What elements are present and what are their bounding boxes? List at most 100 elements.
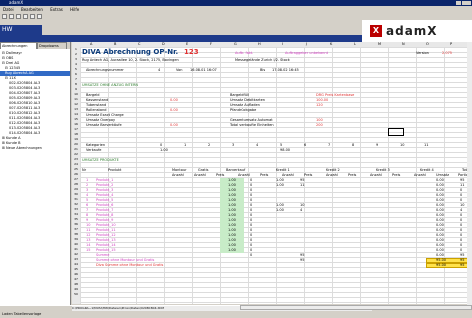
kategorie-value[interactable]: 4 bbox=[256, 143, 258, 147]
bar-count[interactable]: 0 bbox=[250, 183, 252, 187]
kredit1-value[interactable]: 1.00 bbox=[276, 203, 284, 207]
total-portionen[interactable]: 10 bbox=[460, 203, 464, 207]
product-name[interactable]: Produkt_9 bbox=[96, 218, 113, 222]
verkaeufe-value[interactable]: 1.00 bbox=[160, 148, 168, 152]
order-number[interactable]: 123 bbox=[184, 48, 199, 56]
kredit1-count[interactable]: 4 bbox=[300, 208, 302, 212]
bar-count[interactable]: 0 bbox=[250, 178, 252, 182]
cell-grid[interactable]: DIVA Abrechnung OP-Nr. 123 Auftr. fakt. … bbox=[80, 47, 472, 304]
bar-value[interactable]: 1.00 bbox=[228, 223, 236, 227]
kpi-value-left[interactable]: 0.00 bbox=[170, 98, 178, 102]
kategorie-value[interactable]: 1 bbox=[184, 143, 186, 147]
bar-value[interactable]: 1.00 bbox=[228, 248, 236, 252]
total-portionen[interactable]: 0 bbox=[460, 238, 462, 242]
close-button[interactable] bbox=[467, 1, 471, 5]
total-portionen[interactable]: 0 bbox=[460, 228, 462, 232]
open-icon[interactable] bbox=[9, 14, 14, 19]
total-portionen[interactable]: 0 bbox=[460, 218, 462, 222]
kategorie-value[interactable]: 11 bbox=[424, 143, 428, 147]
print-icon[interactable] bbox=[23, 14, 28, 19]
product-name[interactable]: Produkt_5 bbox=[96, 198, 113, 202]
kategorie-value[interactable]: 9 bbox=[376, 143, 378, 147]
save-icon[interactable] bbox=[16, 14, 21, 19]
bar-value[interactable]: 1.00 bbox=[228, 218, 236, 222]
menu-extras[interactable]: Extras bbox=[50, 7, 63, 12]
row-header[interactable]: 50 bbox=[72, 292, 80, 297]
minimize-button[interactable] bbox=[456, 1, 461, 5]
total-umsatz[interactable]: 0.00 bbox=[436, 198, 444, 202]
kpi-value-right[interactable]: DRG Preis Kartenbase bbox=[316, 93, 354, 97]
bar-value[interactable]: 1.00 bbox=[228, 203, 236, 207]
kpi-value-right[interactable]: 100 bbox=[316, 118, 323, 122]
bar-value[interactable]: 1.00 bbox=[228, 183, 236, 187]
total-portionen[interactable]: 0 bbox=[460, 248, 462, 252]
new-icon[interactable] bbox=[2, 14, 7, 19]
tab-abrechnungen[interactable]: Abrechnungen bbox=[0, 42, 37, 49]
bar-value[interactable]: 1.00 bbox=[228, 238, 236, 242]
total-portionen[interactable]: 0 bbox=[460, 243, 462, 247]
bar-count[interactable]: 0 bbox=[250, 198, 252, 202]
bar-value[interactable]: 1.00 bbox=[228, 188, 236, 192]
product-name[interactable]: Produkt_11 bbox=[96, 228, 116, 232]
bar-count[interactable]: 0 bbox=[250, 238, 252, 242]
total-umsatz[interactable]: 0.00 bbox=[436, 193, 444, 197]
total-umsatz[interactable]: 0.00 bbox=[436, 183, 444, 187]
von-value[interactable]: 16.08.01 16:07 bbox=[190, 68, 217, 72]
bar-value[interactable]: 1.00 bbox=[228, 178, 236, 182]
bar-value[interactable]: 1.00 bbox=[228, 243, 236, 247]
kpi-value-right[interactable]: 200 bbox=[316, 123, 323, 127]
horizontal-scrollbar[interactable] bbox=[240, 305, 472, 310]
total-umsatz[interactable]: 0.00 bbox=[436, 178, 444, 182]
kategorie-value[interactable]: 8 bbox=[352, 143, 354, 147]
total-portionen[interactable]: 95 bbox=[460, 178, 464, 182]
total-umsatz[interactable]: 0.00 bbox=[436, 218, 444, 222]
kategorie-value[interactable]: 6 bbox=[304, 143, 306, 147]
kredit1-value[interactable]: 1.00 bbox=[276, 183, 284, 187]
total-portionen[interactable]: 0 bbox=[460, 213, 462, 217]
total-portionen[interactable]: 0 bbox=[460, 233, 462, 237]
bar-value[interactable]: 1.00 bbox=[228, 213, 236, 217]
bar-value[interactable]: 1.00 bbox=[228, 198, 236, 202]
bar-count[interactable]: 0 bbox=[250, 248, 252, 252]
bar-count[interactable]: 0 bbox=[250, 203, 252, 207]
menu-datei[interactable]: Datei bbox=[3, 7, 14, 12]
total-umsatz[interactable]: 0.00 bbox=[436, 228, 444, 232]
total-umsatz[interactable]: 0.00 bbox=[436, 233, 444, 237]
bar-count[interactable]: 0 bbox=[250, 218, 252, 222]
bar-count[interactable]: 0 bbox=[250, 223, 252, 227]
product-name[interactable]: Produkt_12 bbox=[96, 233, 116, 237]
bis-value[interactable]: 17.08.02 16:45 bbox=[272, 68, 299, 72]
total-portionen[interactable]: 0 bbox=[460, 193, 462, 197]
verkaeufe-total[interactable]: 98.00 bbox=[280, 148, 290, 152]
bar-count[interactable]: 0 bbox=[250, 188, 252, 192]
product-name[interactable]: Produkt_10 bbox=[96, 223, 116, 227]
bar-value[interactable]: 1.00 bbox=[228, 233, 236, 237]
product-name[interactable]: Produkt_2 bbox=[96, 183, 113, 187]
total-portionen[interactable]: 0 bbox=[460, 188, 462, 192]
product-name[interactable]: Produkt_7 bbox=[96, 208, 113, 212]
product-name[interactable]: Produkt_13 bbox=[96, 238, 116, 242]
tree-item[interactable]: ⊞ Neue Abrechnungen bbox=[0, 146, 70, 151]
kategorie-value[interactable]: 3 bbox=[232, 143, 234, 147]
kategorie-value[interactable]: 2 bbox=[208, 143, 210, 147]
total-umsatz[interactable]: 0.00 bbox=[436, 243, 444, 247]
bar-value[interactable]: 1.00 bbox=[228, 228, 236, 232]
total-umsatz[interactable]: 0.00 bbox=[436, 203, 444, 207]
product-name[interactable]: Produkt_14 bbox=[96, 243, 116, 247]
bar-count[interactable]: 0 bbox=[250, 208, 252, 212]
total-umsatz[interactable]: 0.00 bbox=[436, 238, 444, 242]
kpi-value-left[interactable]: 0.00 bbox=[170, 108, 178, 112]
kredit1-count[interactable]: 10 bbox=[300, 203, 304, 207]
bar-value[interactable]: 1.00 bbox=[228, 193, 236, 197]
paste-icon[interactable] bbox=[37, 14, 42, 19]
bar-count[interactable]: 0 bbox=[250, 228, 252, 232]
kredit1-value[interactable]: 1.00 bbox=[276, 178, 284, 182]
copy-icon[interactable] bbox=[30, 14, 35, 19]
total-umsatz[interactable]: 0.00 bbox=[436, 223, 444, 227]
product-name[interactable]: Produkt_6 bbox=[96, 203, 113, 207]
total-umsatz[interactable]: 0.00 bbox=[436, 213, 444, 217]
total-umsatz[interactable]: 0.00 bbox=[436, 188, 444, 192]
kategorie-value[interactable]: 5 bbox=[280, 143, 282, 147]
menu-bearbeiten[interactable]: Bearbeiten bbox=[21, 7, 43, 12]
kredit1-count[interactable]: 11 bbox=[300, 183, 304, 187]
